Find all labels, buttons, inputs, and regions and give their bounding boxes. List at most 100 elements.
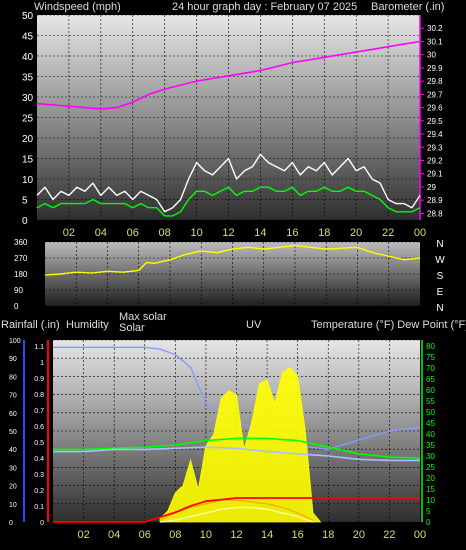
- uv-label: UV: [246, 319, 262, 331]
- multi-x-axis: 02 04 06 08 10 12 14 16 18 20 22 00: [77, 529, 426, 541]
- wind-x-axis: 02 04 06 08 10 12 14 16 18 20 22 00: [63, 227, 426, 239]
- barometer-tick-label: 29.8: [427, 77, 443, 86]
- temp-tick-label: 10: [426, 496, 435, 505]
- barometer-y-axis: 28.8 28.9 29 29.1 29.2 29.3 29.4 29.5 29.6 29.7 29…: [419, 15, 443, 220]
- rain-tick-label: 0.8: [34, 392, 44, 399]
- wind-tick-label: 35: [22, 73, 34, 84]
- barometer-tick-label: 29: [427, 183, 436, 192]
- wind-x-tick-label: 10: [190, 227, 202, 239]
- humidity-tick-label: 20: [9, 484, 17, 491]
- wind-tick-label: 20: [22, 134, 34, 145]
- direction-tick-label: 0: [14, 302, 19, 311]
- wind-x-tick-label: 08: [159, 227, 171, 239]
- wind-tick-label: 30: [22, 93, 34, 104]
- multi-x-tick-label: 08: [169, 529, 181, 541]
- wind-tick-label: 45: [22, 32, 34, 43]
- barometer-tick-label: 30.2: [427, 24, 443, 33]
- rain-tick-label: 0.2: [34, 488, 44, 495]
- rain-tick-label: 0.1: [34, 504, 44, 511]
- multi-x-tick-label: 22: [383, 529, 395, 541]
- barometer-tick-label: 28.8: [427, 209, 443, 218]
- multi-x-tick-label: 12: [230, 529, 242, 541]
- rain-tick-label: 1: [40, 360, 44, 367]
- humidity-tick-label: 50: [9, 429, 17, 436]
- wind-x-tick-label: 16: [286, 227, 298, 239]
- humidity-tick-label: 80: [9, 374, 17, 381]
- compass-label: E: [437, 287, 444, 298]
- multi-x-tick-label: 06: [139, 529, 151, 541]
- humidity-tick-label: 90: [9, 356, 17, 363]
- wind-x-tick-label: 02: [63, 227, 75, 239]
- rain-tick-label: 0.6: [34, 424, 44, 431]
- multi-x-tick-label: 20: [353, 529, 365, 541]
- rain-tick-label: 0.5: [34, 440, 44, 447]
- humidity-tick-label: 60: [9, 411, 17, 418]
- temp-tick-label: 25: [426, 463, 435, 472]
- wind-x-tick-label: 22: [382, 227, 394, 239]
- barometer-tick-label: 29.6: [427, 104, 443, 113]
- barometer-tick-label: 29.5: [427, 117, 443, 126]
- wind-y-axis: 0 5 10 15 20 25 30 35 40 45 50: [22, 11, 34, 227]
- temp-tick-label: 5: [426, 507, 431, 516]
- barometer-tick-label: 29.4: [427, 130, 443, 139]
- wind-tick-label: 50: [22, 11, 34, 22]
- temp-tick-label: 20: [426, 474, 435, 483]
- wind-tick-label: 5: [22, 196, 28, 207]
- temp-tick-label: 0: [426, 518, 431, 527]
- barometer-tick-label: 29.7: [427, 90, 443, 99]
- rainfall-label: Rainfall (.in): [1, 319, 60, 331]
- rain-tick-label: 0.3: [34, 472, 44, 479]
- wind-x-tick-label: 12: [222, 227, 234, 239]
- multi-x-tick-label: 00: [414, 529, 426, 541]
- header-left: Windspeed (mph): [34, 1, 121, 13]
- rain-tick-label: 0: [40, 520, 44, 527]
- header-right: Barometer (.in): [371, 1, 444, 13]
- weather-graph: Windspeed (mph) 24 hour graph day : Febr…: [1, 1, 466, 541]
- temp-tick-label: 70: [426, 364, 435, 373]
- humidity-tick-label: 10: [9, 502, 17, 509]
- temp-tick-label: 60: [426, 386, 435, 395]
- compass-labels: NWSEN: [435, 239, 445, 314]
- solar-label: Solar: [119, 322, 145, 334]
- barometer-tick-label: 29.2: [427, 156, 443, 165]
- wind-tick-label: 15: [22, 155, 34, 166]
- humidity-label: Humidity: [66, 319, 109, 331]
- humidity-tick-label: 0: [9, 520, 13, 527]
- temp-tick-label: 75: [426, 353, 435, 362]
- humidity-tick-label: 70: [9, 393, 17, 400]
- compass-label: N: [436, 303, 443, 314]
- barometer-tick-label: 29.3: [427, 143, 443, 152]
- wind-x-tick-label: 04: [95, 227, 107, 239]
- wind-tick-label: 10: [22, 175, 34, 186]
- multi-x-tick-label: 18: [322, 529, 334, 541]
- wind-x-tick-label: 00: [414, 227, 426, 239]
- compass-label: N: [436, 239, 443, 250]
- compass-label: S: [437, 271, 444, 282]
- wind-x-tick-label: 18: [318, 227, 330, 239]
- header-center: 24 hour graph day : February 07 2025: [172, 1, 357, 13]
- wind-tick-label: 25: [22, 114, 34, 125]
- rain-tick-label: 0.9: [34, 376, 44, 383]
- humidity-tick-label: 100: [9, 338, 21, 345]
- temp-tick-label: 80: [426, 342, 435, 351]
- barometer-tick-label: 30.1: [427, 37, 443, 46]
- temp-tick-label: 65: [426, 375, 435, 384]
- multi-x-tick-label: 02: [77, 529, 89, 541]
- wind-x-tick-label: 06: [127, 227, 139, 239]
- temp-tick-label: 35: [426, 441, 435, 450]
- temp-tick-label: 15: [426, 485, 435, 494]
- rain-tick-label: 1.1: [34, 344, 44, 351]
- barometer-tick-label: 29.9: [427, 64, 443, 73]
- temp-tick-label: 50: [426, 408, 435, 417]
- direction-tick-label: 180: [14, 270, 28, 279]
- humidity-tick-label: 30: [9, 465, 17, 472]
- wind-x-tick-label: 14: [254, 227, 266, 239]
- barometer-tick-label: 29.1: [427, 170, 443, 179]
- multi-x-tick-label: 16: [292, 529, 304, 541]
- wind-tick-label: 0: [22, 216, 28, 227]
- direction-y-axis: 0 90 180 270 360: [14, 238, 28, 311]
- multi-x-tick-label: 10: [200, 529, 212, 541]
- barometer-tick-label: 30: [427, 51, 436, 60]
- barometer-tick-label: 28.9: [427, 196, 443, 205]
- temp-tick-label: 40: [426, 430, 435, 439]
